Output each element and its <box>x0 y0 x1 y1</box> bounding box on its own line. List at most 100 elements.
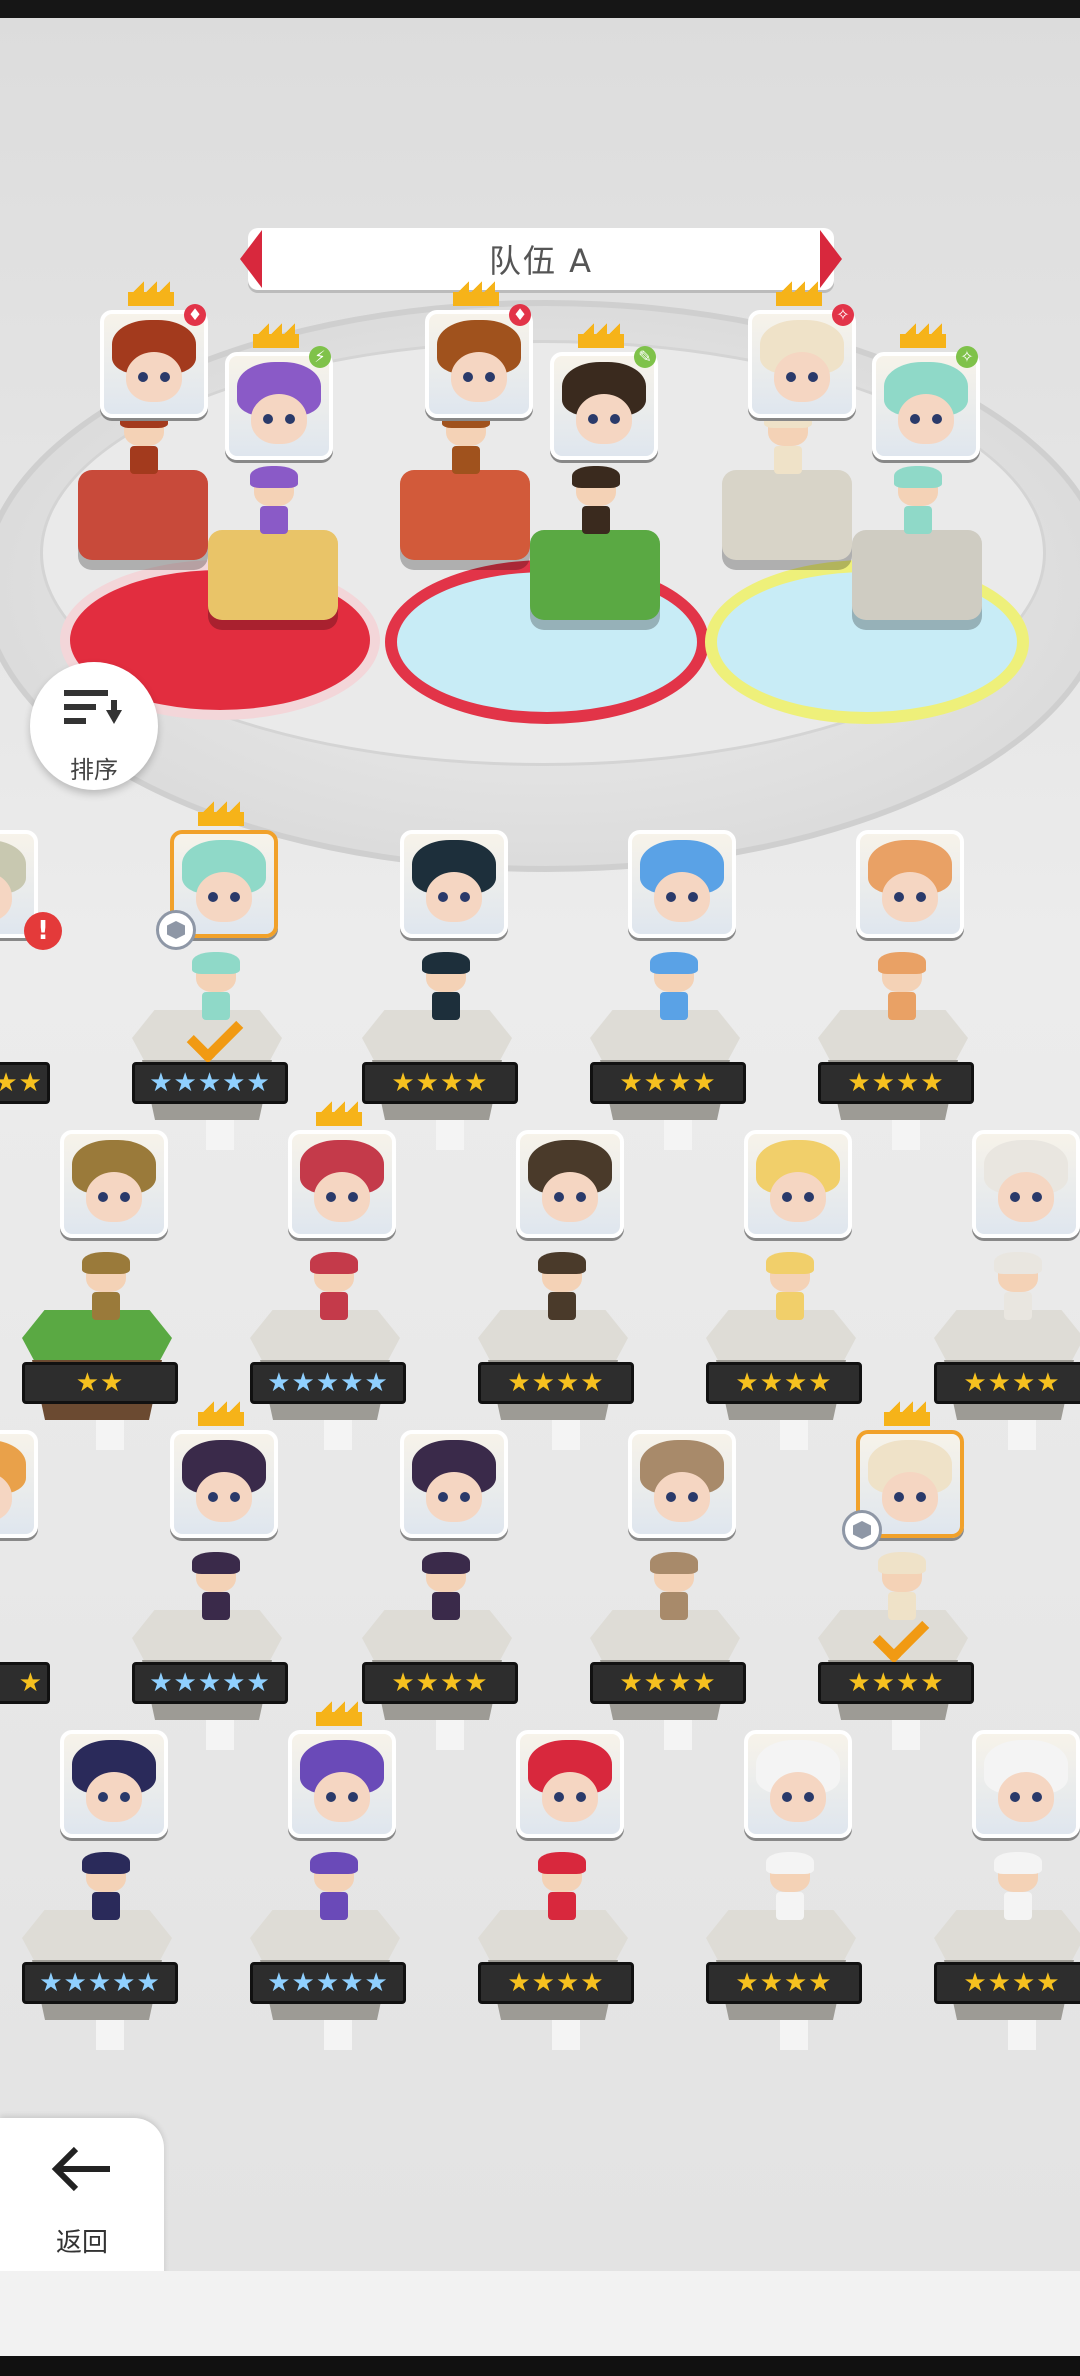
hero-eye <box>348 1792 358 1802</box>
team-selector[interactable]: 队伍 A <box>240 228 842 290</box>
sprite-body <box>320 1292 348 1320</box>
hero-eye <box>782 1192 792 1202</box>
slot-2-front-pedestal[interactable] <box>400 470 530 560</box>
hero-portrait[interactable] <box>288 1130 396 1238</box>
prev-team-arrow-icon[interactable] <box>240 230 262 288</box>
star-rating: ★★★★ <box>590 1662 746 1704</box>
hero-eye <box>1032 1792 1042 1802</box>
hero-portrait[interactable] <box>972 1130 1080 1238</box>
hero-portrait[interactable] <box>0 1430 38 1538</box>
element-badge-icon: ✧ <box>832 304 854 326</box>
slot-3-back-pedestal[interactable] <box>852 530 982 620</box>
hero-portrait[interactable] <box>856 830 964 938</box>
hero-eye <box>932 414 942 424</box>
hero-sprite <box>188 1552 244 1622</box>
slot-1-back-pedestal[interactable] <box>208 530 338 620</box>
hero-eye <box>808 372 818 382</box>
sprite-body <box>774 446 802 474</box>
hero-portrait[interactable] <box>628 1430 736 1538</box>
crown-icon <box>316 1700 362 1726</box>
hero-sprite <box>762 1852 818 1922</box>
sprite-hair <box>82 1252 130 1274</box>
hero-eye <box>463 372 473 382</box>
slot-2-back-pedestal[interactable] <box>530 530 660 620</box>
hero-eye <box>285 414 295 424</box>
sprite-body <box>548 1892 576 1920</box>
hero-sprite <box>568 466 624 536</box>
hero-eye <box>804 1792 814 1802</box>
hero-portrait[interactable] <box>400 1430 508 1538</box>
hero-portrait[interactable] <box>100 310 208 418</box>
hero-portrait[interactable] <box>748 310 856 418</box>
hero-eye <box>160 372 170 382</box>
hero-portrait[interactable] <box>516 1730 624 1838</box>
hero-eye <box>120 1192 130 1202</box>
sprite-hair <box>878 1552 926 1574</box>
selected-check-icon <box>866 1620 930 1660</box>
hero-face <box>86 1172 142 1222</box>
star-rating: ★★★★ <box>818 1662 974 1704</box>
hero-portrait[interactable] <box>425 310 533 418</box>
sprite-body <box>582 506 610 534</box>
hero-eye <box>138 372 148 382</box>
hero-sprite <box>246 466 302 536</box>
slot-1-front-pedestal[interactable] <box>78 470 208 560</box>
sprite-body <box>452 446 480 474</box>
hero-face <box>451 352 507 402</box>
back-button[interactable]: 返回 <box>0 2118 164 2278</box>
sort-button[interactable]: 排序 <box>30 662 158 790</box>
hero-sprite <box>646 1552 702 1622</box>
hero-portrait[interactable] <box>225 352 333 460</box>
hero-face <box>426 1472 482 1522</box>
sprite-hair <box>994 1852 1042 1874</box>
hero-eye <box>263 414 273 424</box>
hero-sprite <box>438 406 494 476</box>
hero-portrait[interactable] <box>550 352 658 460</box>
hero-portrait[interactable] <box>744 1730 852 1838</box>
hero-face <box>251 394 307 444</box>
slot-3-front-pedestal[interactable] <box>722 470 852 560</box>
sprite-hair <box>538 1252 586 1274</box>
hero-eye <box>485 372 495 382</box>
hero-portrait[interactable] <box>744 1130 852 1238</box>
star-rating: ★★ <box>22 1362 178 1404</box>
crown-icon <box>128 280 174 306</box>
sprite-hair <box>766 1852 814 1874</box>
sprite-hair <box>538 1852 586 1874</box>
sprite-body <box>1004 1292 1032 1320</box>
hero-portrait[interactable] <box>516 1130 624 1238</box>
hero-eye <box>438 1492 448 1502</box>
selected-check-icon <box>180 1020 244 1060</box>
next-team-arrow-icon[interactable] <box>820 230 842 288</box>
team-title: 队伍 A <box>488 242 594 280</box>
hero-sprite <box>116 406 172 476</box>
hero-portrait[interactable] <box>872 352 980 460</box>
hero-face <box>898 394 954 444</box>
hero-portrait[interactable] <box>170 1430 278 1538</box>
warning-badge-icon: ! <box>24 912 62 950</box>
crown-icon <box>900 322 946 348</box>
star-rating: ★★★★★ <box>132 1062 288 1104</box>
hero-face <box>86 1772 142 1822</box>
sprite-body <box>548 1292 576 1320</box>
hero-eye <box>688 1492 698 1502</box>
hero-portrait[interactable] <box>288 1730 396 1838</box>
star-rating: ★★★★ <box>362 1662 518 1704</box>
sprite-hair <box>650 1552 698 1574</box>
hero-eye <box>554 1792 564 1802</box>
hero-portrait[interactable] <box>60 1730 168 1838</box>
hero-portrait[interactable] <box>972 1730 1080 1838</box>
hero-portrait[interactable] <box>60 1130 168 1238</box>
hero-sprite <box>534 1852 590 1922</box>
sprite-body <box>776 1292 804 1320</box>
hero-sprite <box>78 1852 134 1922</box>
hero-sprite <box>990 1852 1046 1922</box>
sprite-hair <box>878 952 926 974</box>
hero-portrait[interactable] <box>400 830 508 938</box>
hero-face <box>426 872 482 922</box>
sprite-body <box>202 1592 230 1620</box>
hero-portrait[interactable] <box>628 830 736 938</box>
element-badge-icon: ⚡ <box>309 346 331 368</box>
star-rating: ★★★★ <box>478 1962 634 2004</box>
sprite-body <box>904 506 932 534</box>
